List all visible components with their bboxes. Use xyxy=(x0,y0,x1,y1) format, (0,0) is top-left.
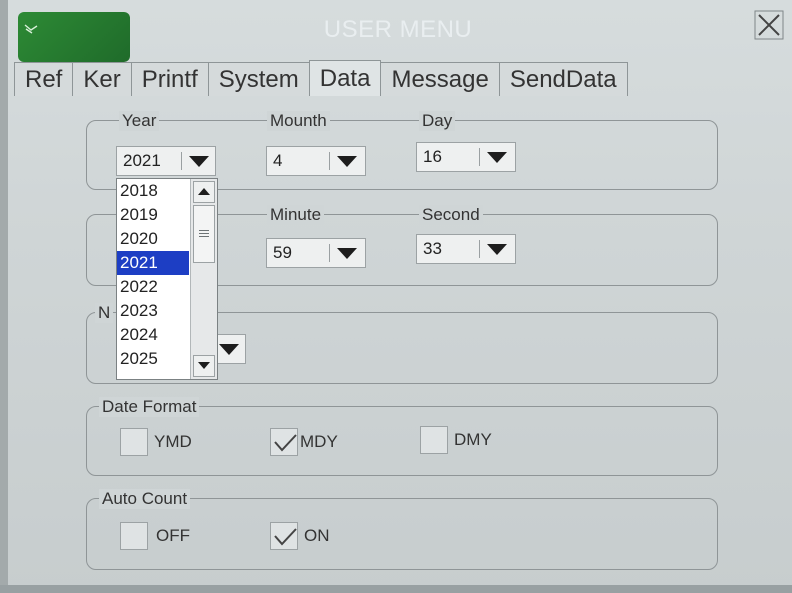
tab-system[interactable]: System xyxy=(207,62,310,96)
day-value: 16 xyxy=(423,147,442,166)
minute-select[interactable]: 59 xyxy=(266,238,366,268)
screen-bezel-bottom xyxy=(0,585,792,593)
dmy-checkbox[interactable] xyxy=(420,426,448,454)
window-title: USER MENU xyxy=(323,16,473,43)
dropdown-scrollbar[interactable] xyxy=(190,179,217,379)
auto-count-label: Auto Count xyxy=(99,489,191,509)
on-checkbox[interactable] xyxy=(270,522,298,550)
year-select-separator xyxy=(181,152,182,170)
year-option-2022[interactable]: 2022 xyxy=(117,275,189,299)
minute-value: 59 xyxy=(273,243,292,262)
minute-label: Minute xyxy=(267,205,325,225)
year-option-2021[interactable]: 2021 xyxy=(117,251,189,275)
chevron-down-icon[interactable] xyxy=(487,152,507,163)
title-bar: USER MENU xyxy=(8,4,788,62)
chevron-down-icon xyxy=(198,362,210,369)
year-select[interactable]: 2021 xyxy=(116,146,216,176)
scroll-thumb[interactable] xyxy=(193,205,215,263)
off-label: OFF xyxy=(156,526,190,545)
on-label: ON xyxy=(304,526,330,545)
chevron-up-icon xyxy=(198,188,210,195)
chevron-down-icon[interactable] xyxy=(337,248,357,259)
day-label: Day xyxy=(419,111,456,131)
year-option-2018[interactable]: 2018 xyxy=(117,179,189,203)
year-option-2020[interactable]: 2020 xyxy=(117,227,189,251)
grip-line xyxy=(199,236,209,237)
chevron-down-icon[interactable] xyxy=(189,156,209,167)
month-select[interactable]: 4 xyxy=(266,146,366,176)
tab-senddata[interactable]: SendData xyxy=(498,62,628,96)
minute-select-separator xyxy=(329,244,330,262)
screen-bezel xyxy=(0,0,8,593)
second-select[interactable]: 33 xyxy=(416,234,516,264)
number-group-label: N xyxy=(95,303,114,323)
tab-data[interactable]: Data xyxy=(308,60,382,96)
month-label: Mounth xyxy=(267,111,330,131)
tab-ref[interactable]: Ref xyxy=(14,62,74,96)
month-value: 4 xyxy=(273,151,283,170)
year-dropdown-list[interactable]: 2018 2019 2020 2021 2022 2023 2024 2025 xyxy=(116,178,218,380)
tab-printf[interactable]: Printf xyxy=(130,62,209,96)
year-label: Year xyxy=(119,111,160,131)
grip-line xyxy=(199,233,209,234)
tab-ker[interactable]: Ker xyxy=(72,62,132,96)
day-select[interactable]: 16 xyxy=(416,142,516,172)
ymd-checkbox[interactable] xyxy=(120,428,148,456)
year-option-2023[interactable]: 2023 xyxy=(117,299,189,323)
dmy-label: DMY xyxy=(454,430,492,449)
date-format-label: Date Format xyxy=(99,397,200,417)
year-option-2024[interactable]: 2024 xyxy=(117,323,189,347)
ymd-label: YMD xyxy=(154,432,192,451)
scroll-up-button[interactable] xyxy=(193,181,215,203)
off-checkbox[interactable] xyxy=(120,522,148,550)
checkmark-icon xyxy=(274,434,297,452)
close-icon[interactable] xyxy=(754,10,784,40)
year-option-2019[interactable]: 2019 xyxy=(117,203,189,227)
tab-bar: Ref Ker Printf System Data Message SendD… xyxy=(14,60,628,96)
tab-message[interactable]: Message xyxy=(380,62,500,96)
second-value: 33 xyxy=(423,239,442,258)
grip-line xyxy=(199,230,209,231)
mdy-label: MDY xyxy=(300,432,338,451)
chevron-down-icon[interactable] xyxy=(219,344,239,355)
month-select-separator xyxy=(329,152,330,170)
chevron-down-icon[interactable] xyxy=(487,244,507,255)
second-select-separator xyxy=(479,240,480,258)
chevron-down-icon[interactable] xyxy=(337,156,357,167)
device-screen: USER MENU Ref Ker Printf System Data Mes… xyxy=(0,0,792,593)
mdy-checkbox[interactable] xyxy=(270,428,298,456)
checkmark-icon xyxy=(274,528,297,546)
scroll-down-button[interactable] xyxy=(193,355,215,377)
day-select-separator xyxy=(479,148,480,166)
second-label: Second xyxy=(419,205,483,225)
year-option-2025[interactable]: 2025 xyxy=(117,347,189,371)
year-value: 2021 xyxy=(123,151,161,170)
